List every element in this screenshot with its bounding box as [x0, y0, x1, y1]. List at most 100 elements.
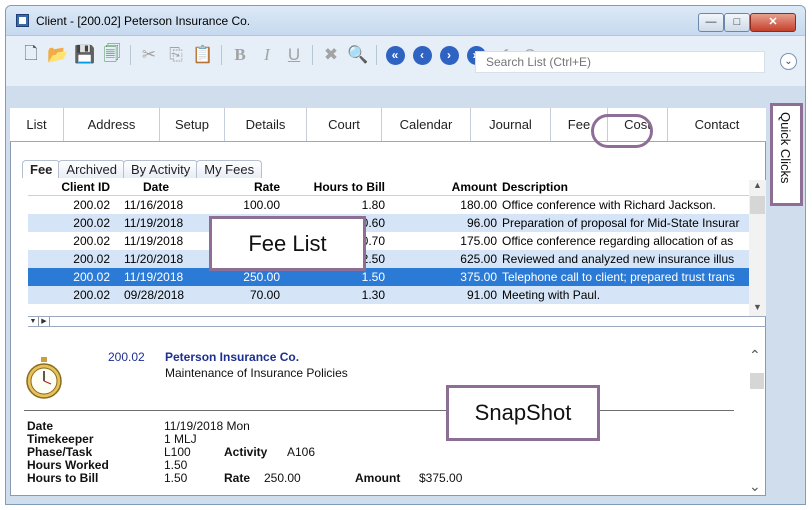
value-activity: A106	[287, 445, 316, 459]
italic-icon[interactable]: I	[256, 44, 278, 66]
label-date: Date	[27, 419, 54, 433]
cell-rate: 100.00	[243, 198, 280, 212]
value-amount: $375.00	[419, 471, 463, 485]
label-activity: Activity	[224, 445, 268, 459]
paste-icon[interactable]: 📋	[192, 44, 214, 66]
tab-setup[interactable]: Setup	[160, 108, 225, 141]
tab-contact[interactable]: Contact	[668, 108, 766, 141]
snapshot-client-id: 200.02	[108, 350, 145, 364]
quick-clicks-panel-tab[interactable]: Quick Clicks	[770, 103, 803, 206]
fee-grid: Client ID Date Rate Hours to Bill Amount…	[28, 179, 766, 316]
scroll-down-icon[interactable]: ▼	[749, 302, 766, 316]
cell-client-id: 200.02	[73, 270, 110, 284]
tab-calendar[interactable]: Calendar	[382, 108, 471, 141]
value-phase-task: L100	[164, 445, 191, 459]
header-date[interactable]: Date	[143, 180, 169, 194]
scroll-thumb[interactable]	[750, 196, 765, 214]
copy-icon[interactable]: ⎘	[165, 44, 187, 66]
underline-icon[interactable]: U	[283, 44, 305, 66]
cell-hours: 1.80	[361, 198, 385, 212]
app-icon	[16, 14, 29, 27]
next-record-icon[interactable]: ›	[438, 44, 460, 66]
tab-list[interactable]: List	[10, 108, 64, 141]
tab-journal[interactable]: Journal	[471, 108, 551, 141]
search-input[interactable]	[475, 51, 765, 73]
scroll-up-icon[interactable]: ▲	[749, 180, 766, 194]
cell-client-id: 200.02	[73, 198, 110, 212]
collapse-down-icon[interactable]: ▼	[28, 317, 39, 326]
label-hours-to-bill: Hours to Bill	[27, 471, 99, 485]
cell-amount: 625.00	[460, 252, 497, 266]
label-timekeeper: Timekeeper	[27, 432, 94, 446]
expand-right-icon[interactable]: ▶	[39, 317, 50, 326]
cell-date: 11/20/2018	[124, 252, 184, 266]
snapshot-scroll-up-icon[interactable]: ⌃	[749, 347, 761, 364]
table-row[interactable]: 200.02 11/19/2018 0.60 96.00 Preparation…	[28, 214, 750, 232]
notes-icon[interactable]: 🗐	[101, 44, 123, 66]
previous-record-icon[interactable]: ‹	[411, 44, 433, 66]
delete-icon[interactable]: ✖	[320, 44, 342, 66]
grid-horizontal-splitter[interactable]: ▼ ▶	[28, 316, 766, 327]
quick-clicks-label: Quick Clicks	[778, 112, 793, 184]
table-row[interactable]: 200.02 11/16/2018 100.00 1.80 180.00 Off…	[28, 196, 750, 214]
label-phase-task: Phase/Task	[27, 445, 93, 459]
value-hours-worked: 1.50	[164, 458, 188, 472]
tab-details[interactable]: Details	[225, 108, 307, 141]
table-row-selected[interactable]: 200.02 11/19/2018 250.00 1.50 375.00 Tel…	[28, 268, 750, 286]
header-rate[interactable]: Rate	[254, 180, 280, 194]
cell-client-id: 200.02	[73, 252, 110, 266]
subtab-by-activity[interactable]: By Activity	[122, 160, 199, 178]
cell-amount: 180.00	[460, 198, 497, 212]
minimize-button[interactable]: —	[698, 13, 724, 32]
table-row[interactable]: 200.02 11/19/2018 0.70 175.00 Office con…	[28, 232, 750, 250]
subtab-my-fees[interactable]: My Fees	[196, 160, 263, 178]
bold-icon[interactable]: B	[229, 44, 251, 66]
cell-client-id: 200.02	[73, 216, 110, 230]
grid-vertical-scrollbar[interactable]: ▲ ▼	[749, 180, 766, 316]
first-record-icon[interactable]: «	[384, 44, 406, 66]
cell-description: Reviewed and analyzed new insurance illu…	[502, 252, 735, 266]
table-row[interactable]: 200.02 09/28/2018 70.00 1.30 91.00 Meeti…	[28, 286, 750, 304]
title-bar[interactable]: Client - [200.02] Peterson Insurance Co.…	[6, 6, 805, 36]
cell-hours: 1.50	[361, 270, 385, 284]
lookup-icon[interactable]: 🔍	[347, 44, 369, 66]
cell-description: Office conference regarding allocation o…	[502, 234, 734, 248]
label-rate: Rate	[224, 471, 251, 485]
toolbar-separator	[376, 45, 377, 65]
open-folder-icon[interactable]: 📂	[47, 44, 69, 66]
close-button[interactable]: ✕	[750, 13, 796, 32]
cell-amount: 375.00	[460, 270, 497, 284]
tab-court[interactable]: Court	[307, 108, 382, 141]
save-icon[interactable]: 💾	[74, 44, 96, 66]
tab-address[interactable]: Address	[64, 108, 160, 141]
cell-description: Preparation of proposal for Mid-State In…	[502, 216, 740, 230]
new-document-icon[interactable]: 🗋	[20, 44, 42, 66]
cut-icon[interactable]: ✂	[138, 44, 160, 66]
cell-date: 09/28/2018	[124, 288, 185, 302]
subtab-fee[interactable]: Fee	[22, 160, 61, 178]
snapshot-scroll-down-icon[interactable]: ⌄	[749, 478, 761, 495]
cell-date: 11/19/2018	[124, 270, 184, 284]
value-date: 11/19/2018 Mon	[164, 419, 250, 433]
subtab-archived[interactable]: Archived	[58, 160, 125, 178]
sub-tab-bar: Fee Archived By Activity My Fees	[22, 160, 263, 178]
cell-hours: 1.30	[361, 288, 385, 302]
cell-description: Telephone call to client; prepared trust…	[502, 270, 735, 284]
snapshot-matter: Maintenance of Insurance Policies	[165, 366, 348, 380]
snapshot-scroll-thumb[interactable]	[750, 373, 764, 389]
header-hours-to-bill[interactable]: Hours to Bill	[314, 180, 385, 194]
value-timekeeper: 1 MLJ	[164, 432, 197, 446]
value-hours-to-bill: 1.50	[164, 471, 188, 485]
snapshot-callout: SnapShot	[446, 385, 600, 441]
table-row[interactable]: 200.02 11/20/2018 2.50 625.00 Reviewed a…	[28, 250, 750, 268]
header-description[interactable]: Description	[502, 180, 750, 194]
cell-description: Office conference with Richard Jackson.	[502, 198, 716, 212]
cell-rate: 70.00	[249, 288, 280, 302]
snapshot-client-name[interactable]: Peterson Insurance Co.	[165, 350, 299, 364]
header-amount[interactable]: Amount	[452, 180, 497, 194]
header-client-id[interactable]: Client ID	[61, 180, 110, 194]
snapshot-divider	[24, 410, 734, 411]
collapse-chevron-icon[interactable]: ⌄	[780, 53, 797, 70]
maximize-button[interactable]: □	[724, 13, 750, 32]
label-amount: Amount	[355, 471, 401, 485]
